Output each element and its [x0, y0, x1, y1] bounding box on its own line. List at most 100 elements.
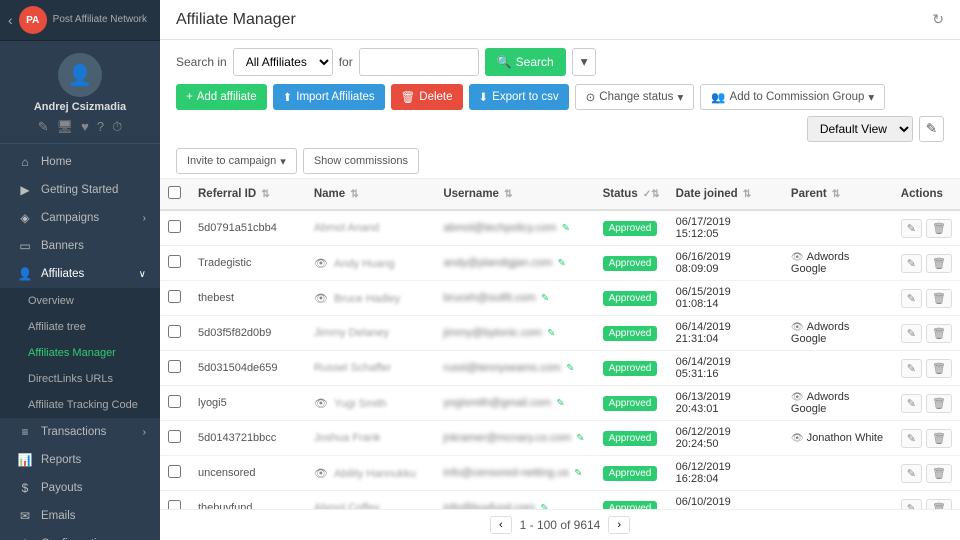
- delete-affiliate-button[interactable]: 🗑: [926, 394, 952, 413]
- delete-affiliate-button[interactable]: 🗑: [926, 289, 952, 308]
- add-affiliate-button[interactable]: + Add affiliate: [176, 84, 267, 110]
- cell-actions: ✎ 🗑: [893, 456, 960, 491]
- row-checkbox[interactable]: [168, 465, 181, 478]
- row-checkbox[interactable]: [168, 220, 181, 233]
- delete-button[interactable]: 🗑 Delete: [391, 84, 463, 110]
- edit-affiliate-button[interactable]: ✎: [901, 429, 922, 448]
- heart-icon[interactable]: ♥: [81, 119, 89, 135]
- delete-affiliate-button[interactable]: 🗑: [926, 359, 952, 378]
- col-status[interactable]: Status ✓⇅: [595, 179, 668, 210]
- delete-affiliate-button[interactable]: 🗑: [926, 464, 952, 483]
- help-icon[interactable]: ?: [97, 119, 104, 135]
- sidebar-item-configuration[interactable]: ⚙ Configuration: [0, 530, 160, 540]
- sidebar-item-emails[interactable]: ✉ Emails: [0, 502, 160, 530]
- edit-affiliate-button[interactable]: ✎: [901, 219, 922, 238]
- sidebar-item-overview[interactable]: Overview: [0, 288, 160, 314]
- row-actions: ✎ 🗑: [901, 289, 952, 308]
- sidebar-item-affiliate-tree[interactable]: Affiliate tree: [0, 314, 160, 340]
- sidebar-item-affiliates[interactable]: 👤 Affiliates ∨: [0, 260, 160, 288]
- row-checkbox[interactable]: [168, 360, 181, 373]
- edit-affiliate-button[interactable]: ✎: [901, 324, 922, 343]
- sidebar-item-banners[interactable]: ▭ Banners: [0, 232, 160, 260]
- table-header: Referral ID ⇅ Name ⇅ Username ⇅ Status ✓…: [160, 179, 960, 210]
- sidebar-item-transactions[interactable]: ≡ Transactions ›: [0, 418, 160, 446]
- row-checkbox[interactable]: [168, 430, 181, 443]
- user-profile: 👤 Andrej Csizmadia ✎ 🖥 ♥ ? ⏱: [0, 41, 160, 144]
- next-page-button[interactable]: ›: [608, 516, 630, 534]
- col-referral-id[interactable]: Referral ID ⇅: [190, 179, 306, 210]
- main-header: Affiliate Manager ↻: [160, 0, 960, 40]
- search-select[interactable]: All Affiliates: [233, 48, 333, 76]
- select-all-checkbox[interactable]: [168, 186, 181, 199]
- show-commissions-button[interactable]: Show commissions: [303, 148, 419, 174]
- import-affiliates-button[interactable]: ⬆ Import Affiliates: [273, 84, 385, 110]
- row-checkbox[interactable]: [168, 290, 181, 303]
- edit-affiliate-button[interactable]: ✎: [901, 254, 922, 273]
- view-select[interactable]: Default View: [807, 116, 913, 142]
- export-button[interactable]: ⬇ Export to csv: [469, 84, 569, 110]
- eye-icon[interactable]: 👁: [314, 398, 328, 410]
- filter-button[interactable]: ▾: [572, 48, 597, 76]
- cell-actions: ✎ 🗑: [893, 421, 960, 456]
- clock-icon[interactable]: ⏱: [112, 119, 122, 135]
- cell-actions: ✎ 🗑: [893, 491, 960, 510]
- edit-affiliate-button[interactable]: ✎: [901, 289, 922, 308]
- edit-affiliate-button[interactable]: ✎: [901, 394, 922, 413]
- col-parent[interactable]: Parent ⇅: [783, 179, 893, 210]
- col-name[interactable]: Name ⇅: [306, 179, 435, 210]
- email-verified-icon: ✎: [558, 258, 566, 269]
- search-input[interactable]: [359, 48, 479, 76]
- change-status-button[interactable]: ⊙ Change status ▾: [575, 84, 695, 110]
- cell-parent: [783, 456, 893, 491]
- row-checkbox[interactable]: [168, 255, 181, 268]
- sidebar-item-tracking-code[interactable]: Affiliate Tracking Code: [0, 392, 160, 418]
- transactions-icon: ≡: [17, 425, 33, 439]
- sidebar-item-campaigns[interactable]: ◈ Campaigns ›: [0, 204, 160, 232]
- refresh-icon[interactable]: ↻: [932, 11, 944, 28]
- col-username[interactable]: Username ⇅: [435, 179, 594, 210]
- status-badge: Approved: [603, 501, 658, 509]
- email-verified-icon: ✎: [576, 433, 584, 444]
- row-checkbox[interactable]: [168, 325, 181, 338]
- edit-affiliate-button[interactable]: ✎: [901, 464, 922, 483]
- delete-affiliate-button[interactable]: 🗑: [926, 254, 952, 273]
- cell-name: 👁 Andy Huang: [306, 246, 435, 281]
- sidebar-item-reports[interactable]: 📊 Reports: [0, 446, 160, 474]
- edit-affiliate-button[interactable]: ✎: [901, 499, 922, 510]
- cell-username: andy@plandigjan.com ✎: [435, 246, 594, 281]
- sidebar-item-directlinks[interactable]: DirectLinks URLs: [0, 366, 160, 392]
- row-checkbox[interactable]: [168, 395, 181, 408]
- invite-campaign-button[interactable]: Invite to campaign ▾: [176, 148, 297, 174]
- edit-profile-icon[interactable]: ✎: [38, 119, 49, 135]
- search-in-label: Search in: [176, 55, 227, 69]
- parent-icon: 👁: [791, 252, 804, 263]
- sidebar-item-getting-started[interactable]: ▶ Getting Started: [0, 176, 160, 204]
- back-icon[interactable]: ‹: [8, 12, 13, 28]
- delete-affiliate-button[interactable]: 🗑: [926, 324, 952, 343]
- delete-affiliate-button[interactable]: 🗑: [926, 219, 952, 238]
- cell-ref: 5d03f5f82d0b9: [190, 316, 306, 351]
- cell-username: russl@tennyseams.com ✎: [435, 351, 594, 386]
- row-checkbox[interactable]: [168, 500, 181, 509]
- add-commission-button[interactable]: 👥 Add to Commission Group ▾: [700, 84, 885, 110]
- affiliate-username: jimmy@bytonic.com: [443, 327, 542, 339]
- cell-actions: ✎ 🗑: [893, 210, 960, 246]
- delete-affiliate-button[interactable]: 🗑: [926, 429, 952, 448]
- desktop-icon[interactable]: 🖥: [57, 119, 74, 135]
- eye-icon[interactable]: 👁: [314, 468, 328, 480]
- prev-page-button[interactable]: ‹: [490, 516, 512, 534]
- sidebar-item-home[interactable]: ⌂ Home: [0, 148, 160, 176]
- table-row: thebest 👁 Bruce Hadley bruceh@outfit.com…: [160, 281, 960, 316]
- edit-affiliate-button[interactable]: ✎: [901, 359, 922, 378]
- status-badge: Approved: [603, 361, 658, 376]
- table-body: 5d0791a51cbb4 Abmol Anand abmol@techpoli…: [160, 210, 960, 509]
- affiliate-name: Ability Hannukku: [334, 468, 416, 480]
- search-button[interactable]: 🔍 Search: [485, 48, 566, 76]
- delete-affiliate-button[interactable]: 🗑: [926, 499, 952, 510]
- col-date-joined[interactable]: Date joined ⇅: [668, 179, 783, 210]
- eye-icon[interactable]: 👁: [314, 258, 328, 270]
- edit-view-button[interactable]: ✎: [919, 116, 944, 142]
- sidebar-item-payouts[interactable]: $ Payouts: [0, 474, 160, 502]
- eye-icon[interactable]: 👁: [314, 293, 328, 305]
- sidebar-item-affiliates-manager[interactable]: Affiliates Manager: [0, 340, 160, 366]
